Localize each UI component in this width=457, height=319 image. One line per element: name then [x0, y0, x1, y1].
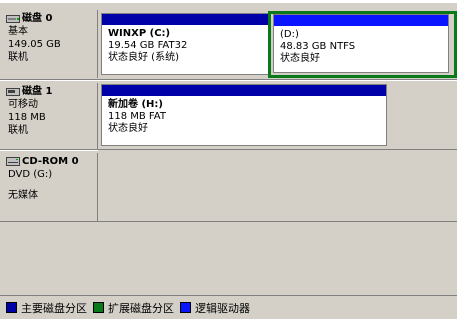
cdrom-0-status: 无媒体: [8, 190, 38, 201]
cdrom-0-label[interactable]: CD-ROM 0 DVD (G:) 无媒体: [0, 153, 98, 221]
legend-logical-label: 逻辑驱动器: [195, 301, 250, 315]
partition-d[interactable]: (D:) 48.83 GB NTFS 状态良好: [273, 14, 449, 73]
disk-1-type: 可移动: [8, 99, 38, 110]
partition-d-detail: 48.83 GB NTFS: [280, 41, 356, 52]
primary-partition-bar: [102, 14, 268, 25]
partition-c-name: WINXP (C:): [108, 28, 171, 39]
legend-primary-label: 主要磁盘分区: [21, 301, 87, 315]
partition-h-name: 新加卷 (H:): [108, 99, 163, 110]
disk-1-size: 118 MB: [8, 112, 46, 123]
logical-drive-bar: [274, 15, 448, 26]
partition-c-detail: 19.54 GB FAT32: [108, 40, 188, 51]
disk-1-label[interactable]: 磁盘 1 可移动 118 MB 联机: [0, 83, 98, 149]
disk-0-label[interactable]: 磁盘 0 基本 149.05 GB 联机: [0, 10, 98, 78]
disk-0-size: 149.05 GB: [8, 39, 61, 50]
partition-h-status: 状态良好: [108, 123, 148, 134]
disk-1-status: 联机: [8, 125, 28, 136]
disk-0-title: 磁盘 0: [6, 12, 97, 25]
row-divider-highlight: [0, 80, 457, 81]
cdrom-0-name: CD-ROM 0: [22, 156, 79, 167]
disk-0-name: 磁盘 0: [22, 13, 53, 24]
partition-c[interactable]: WINXP (C:) 19.54 GB FAT32 状态良好 (系统): [101, 13, 269, 75]
removable-disk-icon: [6, 88, 20, 96]
legend-primary: 主要磁盘分区: [6, 300, 87, 316]
top-edge: [0, 0, 457, 3]
partition-c-status: 状态良好 (系统): [108, 52, 179, 63]
partition-d-name: (D:): [280, 29, 299, 40]
disk-0-type: 基本: [8, 26, 28, 37]
disk-1-title: 磁盘 1: [6, 85, 97, 98]
legend: 主要磁盘分区 扩展磁盘分区 逻辑驱动器: [0, 295, 457, 319]
primary-partition-bar: [102, 85, 386, 96]
legend-extended: 扩展磁盘分区: [93, 300, 174, 316]
cdrom-0-drive: DVD (G:): [8, 169, 53, 180]
empty-area: [0, 222, 457, 294]
partition-d-status: 状态良好: [280, 53, 320, 64]
hard-disk-icon: [6, 15, 20, 23]
cdrom-empty-area: [98, 150, 457, 221]
legend-extended-label: 扩展磁盘分区: [108, 301, 174, 315]
legend-logical: 逻辑驱动器: [180, 300, 250, 316]
disk-0-status: 联机: [8, 52, 28, 63]
partition-h[interactable]: 新加卷 (H:) 118 MB FAT 状态良好: [101, 84, 387, 146]
cdrom-0-title: CD-ROM 0: [6, 155, 97, 168]
cdrom-icon: [6, 157, 20, 166]
disk-1-name: 磁盘 1: [22, 86, 53, 97]
legend-logical-swatch: [180, 302, 191, 313]
legend-extended-swatch: [93, 302, 104, 313]
legend-primary-swatch: [6, 302, 17, 313]
partition-h-detail: 118 MB FAT: [108, 111, 166, 122]
